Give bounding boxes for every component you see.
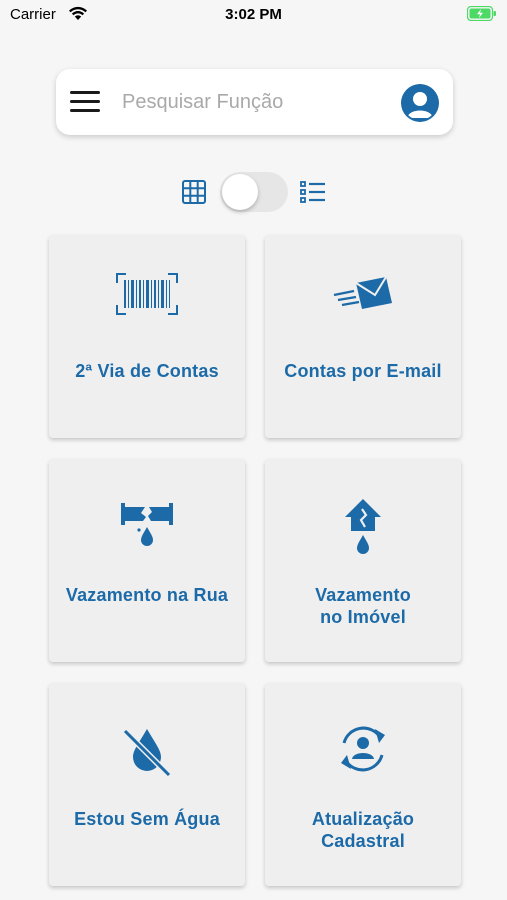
list-view-icon[interactable] <box>300 180 326 209</box>
card-label: Vazamento na Rua <box>65 585 229 605</box>
hamburger-menu-icon[interactable] <box>70 91 100 113</box>
house-leak-icon <box>265 497 461 581</box>
status-bar: Carrier 3:02 PM <box>0 0 507 30</box>
card-vazamento-na-rua[interactable]: Vazamento na Rua <box>49 459 245 662</box>
switch-knob <box>222 174 258 210</box>
battery-charging-icon <box>466 5 497 25</box>
search-bar <box>56 69 453 135</box>
grid-view-icon[interactable] <box>182 180 206 209</box>
search-input[interactable] <box>122 87 382 117</box>
view-mode-switch[interactable] <box>220 172 288 212</box>
user-avatar-icon[interactable] <box>401 84 439 122</box>
card-label: Vazamento no Imóvel <box>315 585 411 627</box>
card-contas-por-email[interactable]: Contas por E-mail <box>265 235 461 438</box>
card-label: Atualização Cadastral <box>311 809 415 851</box>
card-estou-sem-agua[interactable]: Estou Sem Água <box>49 683 245 886</box>
card-label: 2ª Via de Contas <box>75 361 219 381</box>
card-vazamento-no-imovel[interactable]: Vazamento no Imóvel <box>265 459 461 662</box>
no-water-icon <box>49 721 245 805</box>
view-toggle <box>182 170 327 214</box>
card-2a-via-de-contas[interactable]: 2ª Via de Contas <box>49 235 245 438</box>
flying-envelope-icon <box>265 273 461 357</box>
card-label: Estou Sem Água <box>74 809 220 829</box>
user-update-icon <box>265 721 461 805</box>
card-atualizacao-cadastral[interactable]: Atualização Cadastral <box>265 683 461 886</box>
clock-time: 3:02 PM <box>225 6 282 23</box>
barcode-icon <box>49 273 245 357</box>
card-label: Contas por E-mail <box>284 361 442 381</box>
broken-pipe-icon <box>49 497 245 581</box>
